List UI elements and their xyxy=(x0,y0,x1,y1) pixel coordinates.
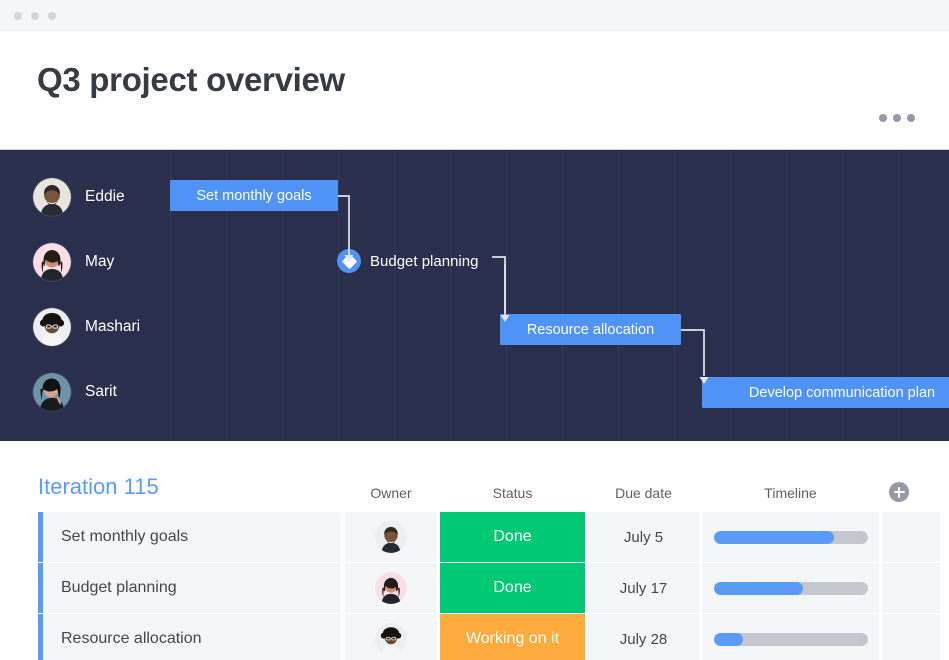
gantt-milestone-budget-planning[interactable]: Budget planning xyxy=(337,249,478,273)
gantt-person-row[interactable]: Eddie xyxy=(33,178,125,216)
due-date-text: July 28 xyxy=(619,630,668,648)
dot-1 xyxy=(879,114,887,122)
minimize-window-button[interactable] xyxy=(31,12,39,20)
timeline-progress-fill xyxy=(713,632,743,646)
cell-owner[interactable] xyxy=(345,563,437,613)
table-row[interactable]: Set monthly goals Done July 5 xyxy=(0,512,949,562)
cell-owner[interactable] xyxy=(345,512,437,562)
board-column-headers: Owner Status Due date Timeline xyxy=(0,482,949,511)
timeline-progress-track xyxy=(713,530,868,544)
cell-empty[interactable] xyxy=(882,614,940,660)
status-badge-text: Working on it xyxy=(465,630,560,647)
gantt-bar-label: Set monthly goals xyxy=(196,187,312,204)
avatar-may-icon xyxy=(33,243,71,281)
gantt-person-row[interactable]: May xyxy=(33,243,114,281)
due-date-text: July 17 xyxy=(619,579,668,597)
due-date-text: July 5 xyxy=(623,528,664,546)
window-titlebar xyxy=(0,0,949,31)
gantt-milestone-label: Budget planning xyxy=(370,252,479,270)
dot-2 xyxy=(893,114,901,122)
cell-owner[interactable] xyxy=(345,614,437,660)
avatar-may-icon xyxy=(375,572,407,604)
gantt-person-name: Mashari xyxy=(85,318,141,335)
traffic-light-buttons xyxy=(14,12,56,20)
gridline xyxy=(674,150,675,441)
gantt-bar-label: Resource allocation xyxy=(526,321,655,338)
app-window: Q3 project overview Eddie May Mashari Sa… xyxy=(0,0,949,660)
gantt-people-column: Eddie May Mashari Sarit xyxy=(0,150,170,441)
gantt-bar-label: Develop communication plan xyxy=(748,384,936,401)
add-column-button[interactable] xyxy=(889,482,909,502)
cell-status[interactable]: Done xyxy=(440,563,585,613)
timeline-progress-track xyxy=(713,632,868,646)
cell-due-date[interactable]: July 17 xyxy=(588,563,699,613)
gridline xyxy=(618,150,619,441)
milestone-diamond-icon xyxy=(337,249,361,273)
cell-timeline[interactable] xyxy=(702,512,879,562)
timeline-progress-fill xyxy=(713,530,834,544)
cell-empty[interactable] xyxy=(882,512,940,562)
cell-item-name[interactable]: Set monthly goals xyxy=(43,512,341,562)
column-header-owner[interactable]: Owner xyxy=(345,485,437,501)
status-badge-text: Done xyxy=(493,579,532,596)
column-header-due-date[interactable]: Due date xyxy=(588,485,699,501)
gridline xyxy=(394,150,395,441)
cell-status[interactable]: Working on it xyxy=(440,614,585,660)
gridline xyxy=(450,150,451,441)
gantt-person-name: Eddie xyxy=(85,188,125,205)
cell-item-name[interactable]: Resource allocation xyxy=(43,614,341,660)
item-name-text: Set monthly goals xyxy=(61,528,189,545)
cell-timeline[interactable] xyxy=(702,614,879,660)
gantt-bar-resource-allocation[interactable]: Resource allocation xyxy=(500,314,681,345)
status-badge-text: Done xyxy=(493,528,532,545)
gridline xyxy=(338,150,339,441)
avatar-eddie-icon xyxy=(33,178,71,216)
gridline xyxy=(506,150,507,441)
cell-due-date[interactable]: July 5 xyxy=(588,512,699,562)
gantt-person-row[interactable]: Mashari xyxy=(33,308,140,346)
cell-status[interactable]: Done xyxy=(440,512,585,562)
item-name-text: Budget planning xyxy=(61,579,177,596)
timeline-progress-fill xyxy=(713,581,803,595)
avatar-mashari-icon xyxy=(33,308,71,346)
gantt-person-name: Sarit xyxy=(85,383,117,400)
more-options-icon[interactable] xyxy=(879,114,915,122)
avatar-sarit-icon xyxy=(33,373,71,411)
page-header: Q3 project overview xyxy=(0,31,949,149)
timeline-progress-track xyxy=(713,581,868,595)
maximize-window-button[interactable] xyxy=(48,12,56,20)
board-table: Iteration 115 Owner Status Due date Time… xyxy=(0,441,949,660)
column-header-timeline[interactable]: Timeline xyxy=(702,485,879,501)
column-header-status[interactable]: Status xyxy=(440,485,585,501)
cell-empty[interactable] xyxy=(882,563,940,613)
item-name-text: Resource allocation xyxy=(61,630,202,647)
cell-due-date[interactable]: July 28 xyxy=(588,614,699,660)
close-window-button[interactable] xyxy=(14,12,22,20)
gantt-bar-set-monthly-goals[interactable]: Set monthly goals xyxy=(170,180,338,211)
board-rows: Set monthly goals Done July 5 Budget pla… xyxy=(0,512,949,660)
table-row[interactable]: Budget planning Done July 17 xyxy=(0,563,949,613)
gantt-person-name: May xyxy=(85,253,115,270)
table-row[interactable]: Resource allocation Working on it July 2… xyxy=(0,614,949,660)
avatar-eddie-icon xyxy=(375,521,407,553)
gantt-chart: Eddie May Mashari Sarit Set monthly goal… xyxy=(0,149,949,441)
cell-timeline[interactable] xyxy=(702,563,879,613)
gantt-person-row[interactable]: Sarit xyxy=(33,373,117,411)
dot-3 xyxy=(907,114,915,122)
gridline xyxy=(562,150,563,441)
avatar-mashari-icon xyxy=(375,623,407,655)
gantt-bar-develop-communication-plan[interactable]: Develop communication plan xyxy=(702,377,949,408)
cell-item-name[interactable]: Budget planning xyxy=(43,563,341,613)
page-title: Q3 project overview xyxy=(37,61,345,98)
